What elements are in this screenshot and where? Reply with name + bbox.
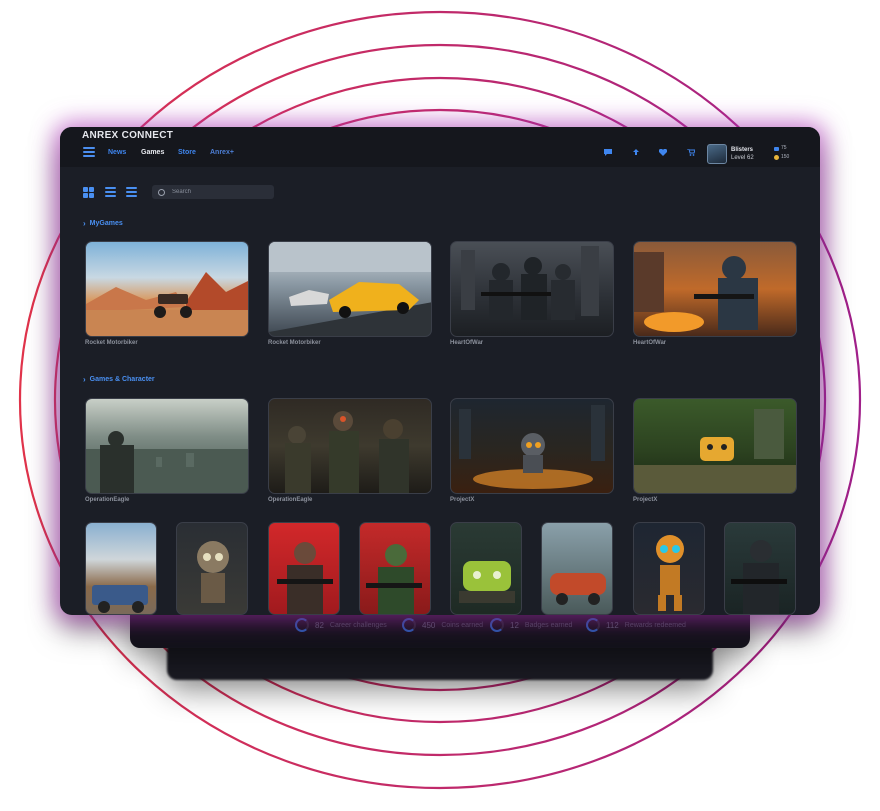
stat-value: 450: [422, 620, 436, 630]
search-input[interactable]: [170, 188, 274, 196]
game-art-city-soldier: [86, 431, 248, 493]
stat-item: 12 Badges earned: [490, 618, 572, 632]
gem-icon: [774, 146, 779, 151]
game-card-operationeagle[interactable]: [85, 398, 249, 494]
game-title: HeartOfWar: [633, 340, 667, 346]
chevron-right-icon: ›: [83, 219, 86, 228]
app-window: ANREX CONNECT News Games Store Anrex+ Bl…: [60, 127, 820, 615]
menu-icon[interactable]: [83, 147, 95, 157]
game-title: Rocket Motorbiker: [85, 340, 138, 346]
chevron-right-icon: ›: [83, 375, 86, 384]
game-card-heartofwar[interactable]: [450, 241, 614, 337]
nav-news[interactable]: News: [108, 149, 126, 156]
heart-icon[interactable]: [658, 148, 667, 157]
game-art-soldiers: [461, 246, 599, 320]
game-title: OperationEagle: [268, 497, 313, 503]
game-art-jungle-robot: [634, 409, 796, 493]
stat-label: Career challenges: [329, 621, 387, 629]
character-art-soldier-red: [277, 542, 333, 614]
gem-count: 75: [781, 145, 787, 151]
section-title: MyGames: [89, 220, 123, 227]
search-icon: [158, 188, 165, 196]
character-art-robot: [197, 541, 229, 603]
coin-count: 150: [781, 154, 790, 160]
game-art-robot-city: [459, 405, 605, 489]
character-card[interactable]: [724, 522, 796, 615]
character-card[interactable]: [633, 522, 705, 615]
game-title: Rocket Motorbiker: [268, 340, 321, 346]
character-card[interactable]: [268, 522, 340, 615]
character-art-jeep: [92, 585, 148, 613]
game-art-desert-buggy: [86, 272, 248, 336]
compact-view-icon[interactable]: [126, 187, 137, 198]
game-title: HeartOfWar: [450, 340, 484, 346]
grid-view-icon[interactable]: [83, 187, 94, 198]
stat-value: 12: [510, 620, 519, 630]
app-title: ANREX CONNECT: [82, 130, 174, 141]
character-card[interactable]: [85, 522, 157, 615]
stat-item: 112 Rewards redeemed: [586, 618, 686, 632]
avatar[interactable]: [707, 144, 727, 164]
section-games-character[interactable]: › Games & Character: [83, 375, 155, 384]
section-title: Games & Character: [89, 376, 155, 383]
game-art-race-car: [269, 242, 431, 336]
character-art-green-vehicle: [459, 561, 515, 603]
character-art-red-car: [550, 573, 606, 605]
coin-icon: [774, 155, 779, 160]
game-art-squad: [285, 411, 409, 493]
search-box[interactable]: [152, 185, 274, 199]
game-card-rocket-motorbiker[interactable]: [268, 241, 432, 337]
character-card[interactable]: [450, 522, 522, 615]
profile-name: Blisters: [731, 147, 754, 153]
game-card-operationeagle[interactable]: [268, 398, 432, 494]
game-card-projectx[interactable]: [450, 398, 614, 494]
game-card-projectx[interactable]: [633, 398, 797, 494]
character-art-orange-robot: [656, 535, 684, 611]
character-art-soldier-green: [366, 544, 422, 614]
progress-ring-icon: [586, 618, 600, 632]
nav-store[interactable]: Store: [178, 149, 196, 156]
progress-ring-icon: [490, 618, 504, 632]
cart-icon[interactable]: [686, 148, 696, 157]
game-title: ProjectX: [450, 497, 475, 503]
progress-ring-icon: [295, 618, 309, 632]
game-title: OperationEagle: [85, 497, 130, 503]
nav-anrex-plus[interactable]: Anrex+: [210, 149, 234, 156]
character-card[interactable]: [359, 522, 431, 615]
stat-item: 82 Career challenges: [295, 618, 387, 632]
stat-label: Badges earned: [524, 621, 573, 629]
share-icon[interactable]: [631, 149, 640, 157]
stat-label: Coins earned: [441, 621, 483, 629]
user-profile[interactable]: Blisters Level 62: [707, 144, 754, 164]
game-card-heartofwar[interactable]: [633, 241, 797, 337]
game-card-rocket-motorbiker[interactable]: [85, 241, 249, 337]
stat-value: 112: [606, 620, 619, 630]
currency-display: 75 150: [774, 144, 789, 162]
progress-ring-icon: [402, 618, 416, 632]
stat-item: 450 Coins earned: [402, 618, 483, 632]
profile-level: Level 62: [731, 155, 754, 161]
stat-label: Rewards redeemed: [624, 621, 686, 629]
top-bar: ANREX CONNECT News Games Store Anrex+ Bl…: [60, 127, 820, 167]
section-my-games[interactable]: › MyGames: [83, 219, 123, 228]
chat-icon[interactable]: [603, 149, 612, 157]
list-view-icon[interactable]: [105, 187, 116, 198]
character-card[interactable]: [176, 522, 248, 615]
character-card[interactable]: [541, 522, 613, 615]
character-art-dark-soldier: [731, 540, 787, 614]
game-title: ProjectX: [633, 497, 658, 503]
game-art-soldier-fire: [634, 252, 758, 332]
stat-value: 82: [315, 620, 324, 630]
nav-games[interactable]: Games: [141, 149, 164, 156]
